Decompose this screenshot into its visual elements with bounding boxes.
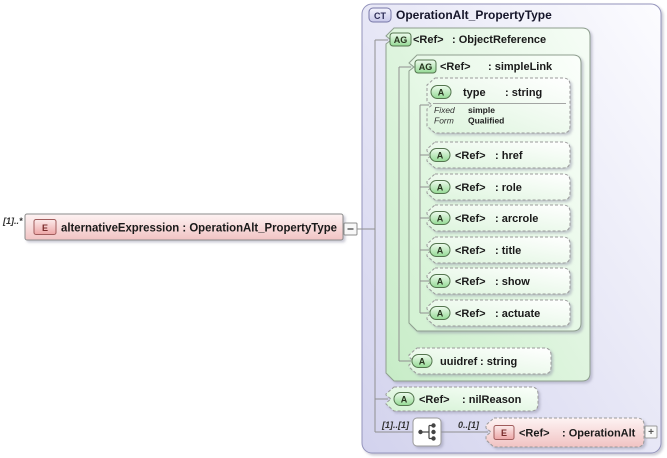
arcrole-ref: <Ref>	[455, 213, 486, 225]
show-badge-label: A	[437, 277, 444, 287]
role-badge-label: A	[437, 183, 444, 193]
complex-type-badge-label: CT	[374, 11, 386, 21]
title-type: : title	[495, 245, 521, 257]
role-type: : role	[495, 182, 522, 194]
attribute-row-role: A <Ref> : role	[426, 173, 571, 201]
operationalt-type: : OperationAlt	[562, 428, 636, 440]
uuidref-badge-label: A	[419, 357, 426, 367]
sequence-right-multiplicity: 0..[1]	[458, 420, 480, 430]
nilreason-badge-label: A	[401, 395, 408, 405]
operationalt-ref: <Ref>	[519, 428, 550, 440]
type-attribute-name: type	[463, 87, 486, 99]
sequence-left-multiplicity: [1]..[1]	[381, 420, 410, 430]
element-multiplicity: [1]..*	[2, 216, 23, 226]
href-ref: <Ref>	[455, 150, 486, 162]
show-type: : show	[495, 276, 530, 288]
arcrole-badge-label: A	[437, 214, 444, 224]
facet-value-form: Qualified	[468, 116, 504, 126]
simplelink-badge-label: AG	[419, 62, 433, 72]
uuidref-type: : string	[480, 356, 517, 368]
operationalt-badge-label: E	[501, 428, 507, 438]
object-reference-badge-label: AG	[394, 35, 408, 45]
element-label: alternativeExpression : OperationAlt_Pro…	[61, 223, 337, 235]
arcrole-type: : arcrole	[495, 213, 538, 225]
nilreason-type: : nilReason	[462, 394, 522, 406]
xsd-diagram: CT OperationAlt_PropertyType AG <Ref> : …	[2, 3, 662, 454]
facet-value-fixed: simple	[468, 105, 495, 115]
title-ref: <Ref>	[455, 245, 486, 257]
nilreason-ref: <Ref>	[419, 394, 450, 406]
simplelink-type: : simpleLink	[488, 61, 553, 73]
show-ref: <Ref>	[455, 276, 486, 288]
attribute-row-show: A <Ref> : show	[426, 267, 571, 295]
attribute-row-arcrole: A <Ref> : arcrole	[426, 204, 571, 232]
type-attribute-badge-label: A	[438, 88, 445, 98]
attribute-row-href: A <Ref> : href	[426, 141, 571, 169]
object-reference-type: : ObjectReference	[452, 34, 546, 46]
href-badge-label: A	[437, 151, 444, 161]
title-badge-label: A	[437, 246, 444, 256]
actuate-badge-label: A	[437, 309, 444, 319]
facet-key-fixed: Fixed	[434, 105, 455, 115]
xsd-diagram-canvas: CT OperationAlt_PropertyType AG <Ref> : …	[0, 0, 667, 458]
facet-key-form: Form	[434, 116, 454, 126]
type-attribute-type: : string	[505, 87, 542, 99]
expand-plus-icon: +	[648, 427, 654, 438]
uuidref-name: uuidref	[440, 356, 478, 368]
element-badge-label: E	[42, 223, 48, 233]
role-ref: <Ref>	[455, 182, 486, 194]
attribute-row-title: A <Ref> : title	[426, 236, 571, 264]
object-reference-ref: <Ref>	[413, 34, 444, 46]
actuate-ref: <Ref>	[455, 308, 486, 320]
href-type: : href	[495, 150, 523, 162]
complex-type-title: OperationAlt_PropertyType	[396, 8, 552, 22]
attribute-row-actuate: A <Ref> : actuate	[426, 299, 571, 327]
simplelink-ref: <Ref>	[440, 61, 471, 73]
actuate-type: : actuate	[495, 308, 540, 320]
